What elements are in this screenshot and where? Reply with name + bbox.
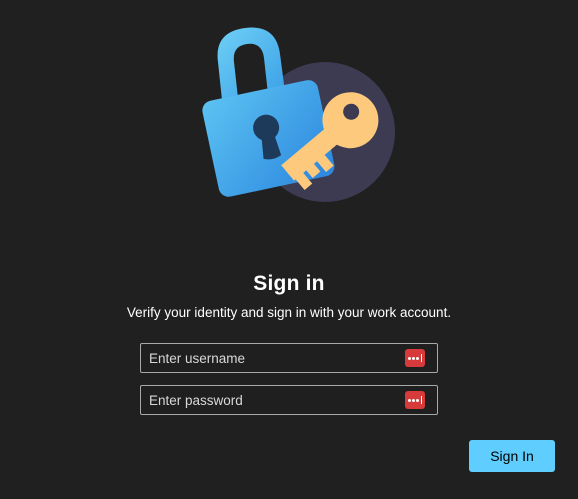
password-manager-icon[interactable] (405, 349, 425, 367)
sign-in-dialog: Sign in Verify your identity and sign in… (0, 0, 578, 499)
dialog-subtitle: Verify your identity and sign in with yo… (126, 305, 452, 320)
lock-and-key-icon (202, 27, 395, 202)
password-manager-icon[interactable] (405, 391, 425, 409)
username-field[interactable] (140, 343, 438, 373)
password-field[interactable] (140, 385, 438, 415)
sign-in-button[interactable]: Sign In (469, 440, 555, 472)
dialog-title: Sign in (253, 272, 325, 295)
password-input[interactable] (141, 386, 399, 414)
username-input[interactable] (141, 344, 399, 372)
